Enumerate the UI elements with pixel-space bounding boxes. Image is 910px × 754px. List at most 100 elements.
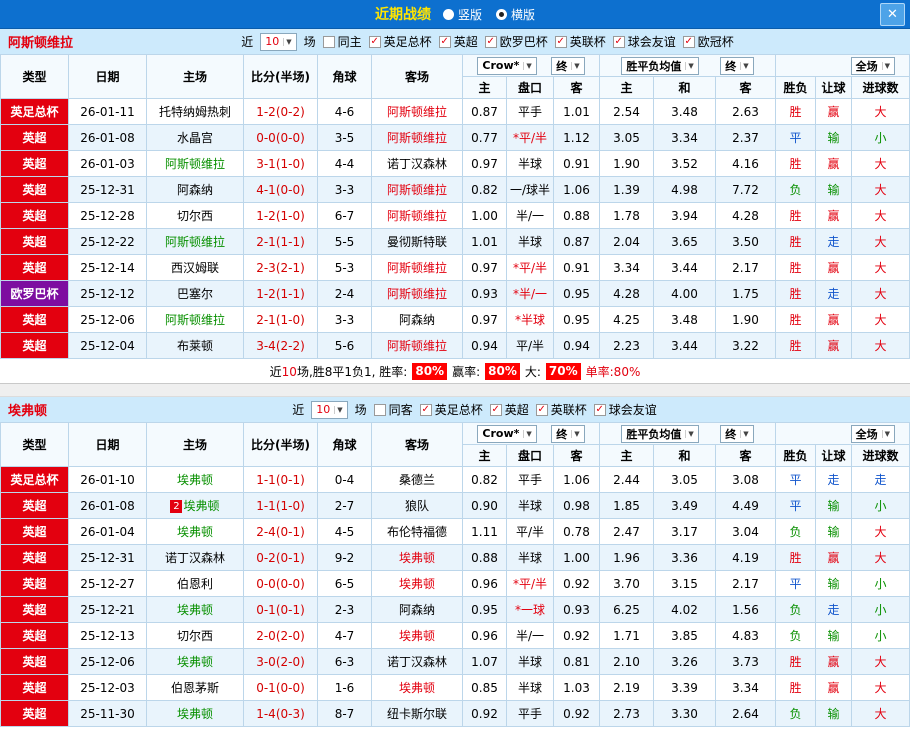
away-team[interactable]: 狼队 — [371, 492, 463, 519]
home-team[interactable]: 埃弗顿 — [146, 648, 244, 675]
competition-checkbox[interactable]: ✓ 英足总杯 — [368, 33, 432, 50]
match-count-select[interactable]: 10 ▼ — [311, 400, 348, 419]
away-team[interactable]: 阿斯顿维拉 — [371, 124, 463, 151]
same-venue-checkbox[interactable]: 同主 — [322, 33, 362, 50]
home-team[interactable]: 托特纳姆热刺 — [146, 98, 244, 125]
competition-checkbox[interactable]: ✓ 球会友谊 — [593, 401, 657, 418]
odds-home: 0.88 — [462, 544, 507, 571]
match-count-value: 10 — [265, 35, 280, 48]
home-team[interactable]: 伯恩茅斯 — [146, 674, 244, 701]
avg-odds-select[interactable]: 胜平负均值 ▼ — [621, 56, 699, 75]
competition-checkbox[interactable]: ✓ 英超 — [489, 401, 529, 418]
away-team[interactable]: 埃弗顿 — [371, 570, 463, 597]
odds-source-select[interactable]: Crow* ▼ — [477, 424, 537, 443]
home-team[interactable]: 巴塞尔 — [146, 280, 244, 307]
profit-label: 赢率: — [452, 364, 481, 379]
layout-radio-1[interactable]: 横版 — [496, 6, 535, 23]
away-team[interactable]: 阿斯顿维拉 — [371, 176, 463, 203]
scope-select[interactable]: 全场 ▼ — [850, 56, 896, 75]
away-team[interactable]: 埃弗顿 — [371, 544, 463, 571]
competition-checkbox[interactable]: ✓ 英足总杯 — [419, 401, 483, 418]
avg-away: 1.75 — [715, 280, 777, 307]
away-team[interactable]: 阿斯顿维拉 — [371, 332, 463, 359]
odds-final-select[interactable]: 终 ▼ — [551, 56, 585, 75]
avg-home: 1.85 — [599, 492, 655, 519]
subcol-3: 主 — [599, 444, 655, 467]
radio-icon — [496, 8, 507, 20]
home-team[interactable]: 2 埃弗顿 — [146, 492, 244, 519]
avg-away: 4.49 — [715, 492, 777, 519]
home-team[interactable]: 阿斯顿维拉 — [146, 306, 244, 333]
competition-badge: 英超 — [0, 596, 69, 623]
competition-badge: 英超 — [0, 622, 69, 649]
away-team[interactable]: 阿森纳 — [371, 596, 463, 623]
avg-final-select[interactable]: 终 ▼ — [720, 56, 754, 75]
home-team[interactable]: 诺丁汉森林 — [146, 544, 244, 571]
match-count-select[interactable]: 10 ▼ — [260, 32, 297, 51]
filter-bar: 近 10 ▼ 场 同主 ✓ 英足总杯 ✓ 英超 ✓ 欧罗巴杯 ✓ 英联杯 ✓ 球会友谊 ✓ 欧冠杯 — [241, 32, 734, 51]
away-team[interactable]: 曼彻斯特联 — [371, 228, 463, 255]
odds-away: 1.06 — [552, 176, 601, 203]
competition-checkbox[interactable]: ✓ 欧罗巴杯 — [484, 33, 548, 50]
home-team[interactable]: 切尔西 — [146, 622, 244, 649]
avg-final-select[interactable]: 终 ▼ — [720, 424, 754, 443]
layout-radio-0[interactable]: 竖版 — [442, 6, 482, 23]
away-team[interactable]: 桑德兰 — [371, 466, 463, 493]
home-team[interactable]: 埃弗顿 — [146, 700, 244, 727]
home-team[interactable]: 阿森纳 — [146, 176, 244, 203]
avg-away: 4.16 — [715, 150, 777, 177]
radio-label: 横版 — [511, 7, 536, 22]
home-team[interactable]: 伯恩利 — [146, 570, 244, 597]
odds-away: 1.03 — [552, 674, 601, 701]
competition-checkbox[interactable]: ✓ 英联杯 — [554, 33, 606, 50]
home-team[interactable]: 布莱顿 — [146, 332, 244, 359]
avg-draw: 3.39 — [653, 674, 717, 701]
avg-odds-select[interactable]: 胜平负均值 ▼ — [621, 424, 699, 443]
odds-handicap: 平手 — [506, 466, 554, 493]
same-venue-checkbox[interactable]: 同客 — [373, 401, 413, 418]
home-team[interactable]: 切尔西 — [146, 202, 244, 229]
competition-checkbox[interactable]: ✓ 英超 — [438, 33, 478, 50]
away-team[interactable]: 埃弗顿 — [371, 622, 463, 649]
away-team[interactable]: 阿斯顿维拉 — [371, 202, 463, 229]
home-team[interactable]: 水晶宫 — [146, 124, 244, 151]
home-team[interactable]: 埃弗顿 — [146, 466, 244, 493]
result-flag: 胜 — [775, 280, 817, 307]
subcol-4: 和 — [653, 444, 717, 467]
corner-score: 6-7 — [317, 202, 372, 229]
home-team[interactable]: 西汉姆联 — [146, 254, 244, 281]
odds-home: 0.97 — [462, 150, 507, 177]
result-flag: 胜 — [775, 150, 817, 177]
away-team[interactable]: 阿森纳 — [371, 306, 463, 333]
dropdown-value: 终 — [556, 59, 568, 73]
odds-source-select[interactable]: Crow* ▼ — [477, 56, 537, 75]
match-row: 英超 25-12-06 阿斯顿维拉 2-1(1-0) 3-3 阿森纳 0.97 … — [0, 306, 910, 333]
away-team[interactable]: 阿斯顿维拉 — [371, 280, 463, 307]
home-team[interactable]: 阿斯顿维拉 — [146, 150, 244, 177]
away-team[interactable]: 诺丁汉森林 — [371, 150, 463, 177]
corner-score: 2-3 — [317, 596, 372, 623]
avg-draw: 4.02 — [653, 596, 717, 623]
competition-checkbox[interactable]: ✓ 英联杯 — [535, 401, 587, 418]
away-team[interactable]: 阿斯顿维拉 — [371, 98, 463, 125]
handicap-flag: 赢 — [815, 202, 853, 229]
scope-select[interactable]: 全场 ▼ — [850, 424, 896, 443]
away-team[interactable]: 阿斯顿维拉 — [371, 254, 463, 281]
away-team[interactable]: 布伦特福德 — [371, 518, 463, 545]
close-button[interactable]: ✕ — [880, 3, 905, 26]
away-team[interactable]: 埃弗顿 — [371, 674, 463, 701]
corner-score: 2-4 — [317, 280, 372, 307]
table-header-row: 类型 日期 主场 比分(半场) 角球 客场 Crow* ▼ 终 ▼ 胜平负均值 ▼ 终 ▼ … — [0, 422, 910, 467]
odds-final-select[interactable]: 终 ▼ — [551, 424, 585, 443]
competition-badge: 英超 — [0, 176, 69, 203]
match-row: 英超 26-01-08 2 埃弗顿 1-1(1-0) 2-7 狼队 0.90 半球… — [0, 492, 910, 519]
home-team[interactable]: 阿斯顿维拉 — [146, 228, 244, 255]
odds-header-group: Crow* ▼ 终 ▼ — [461, 54, 601, 77]
away-team[interactable]: 纽卡斯尔联 — [371, 700, 463, 727]
away-team[interactable]: 诺丁汉森林 — [371, 648, 463, 675]
home-team[interactable]: 埃弗顿 — [146, 518, 244, 545]
home-team[interactable]: 埃弗顿 — [146, 596, 244, 623]
competition-checkbox[interactable]: ✓ 欧冠杯 — [682, 33, 734, 50]
competition-checkbox[interactable]: ✓ 球会友谊 — [612, 33, 676, 50]
subcol-2: 客 — [552, 76, 601, 99]
